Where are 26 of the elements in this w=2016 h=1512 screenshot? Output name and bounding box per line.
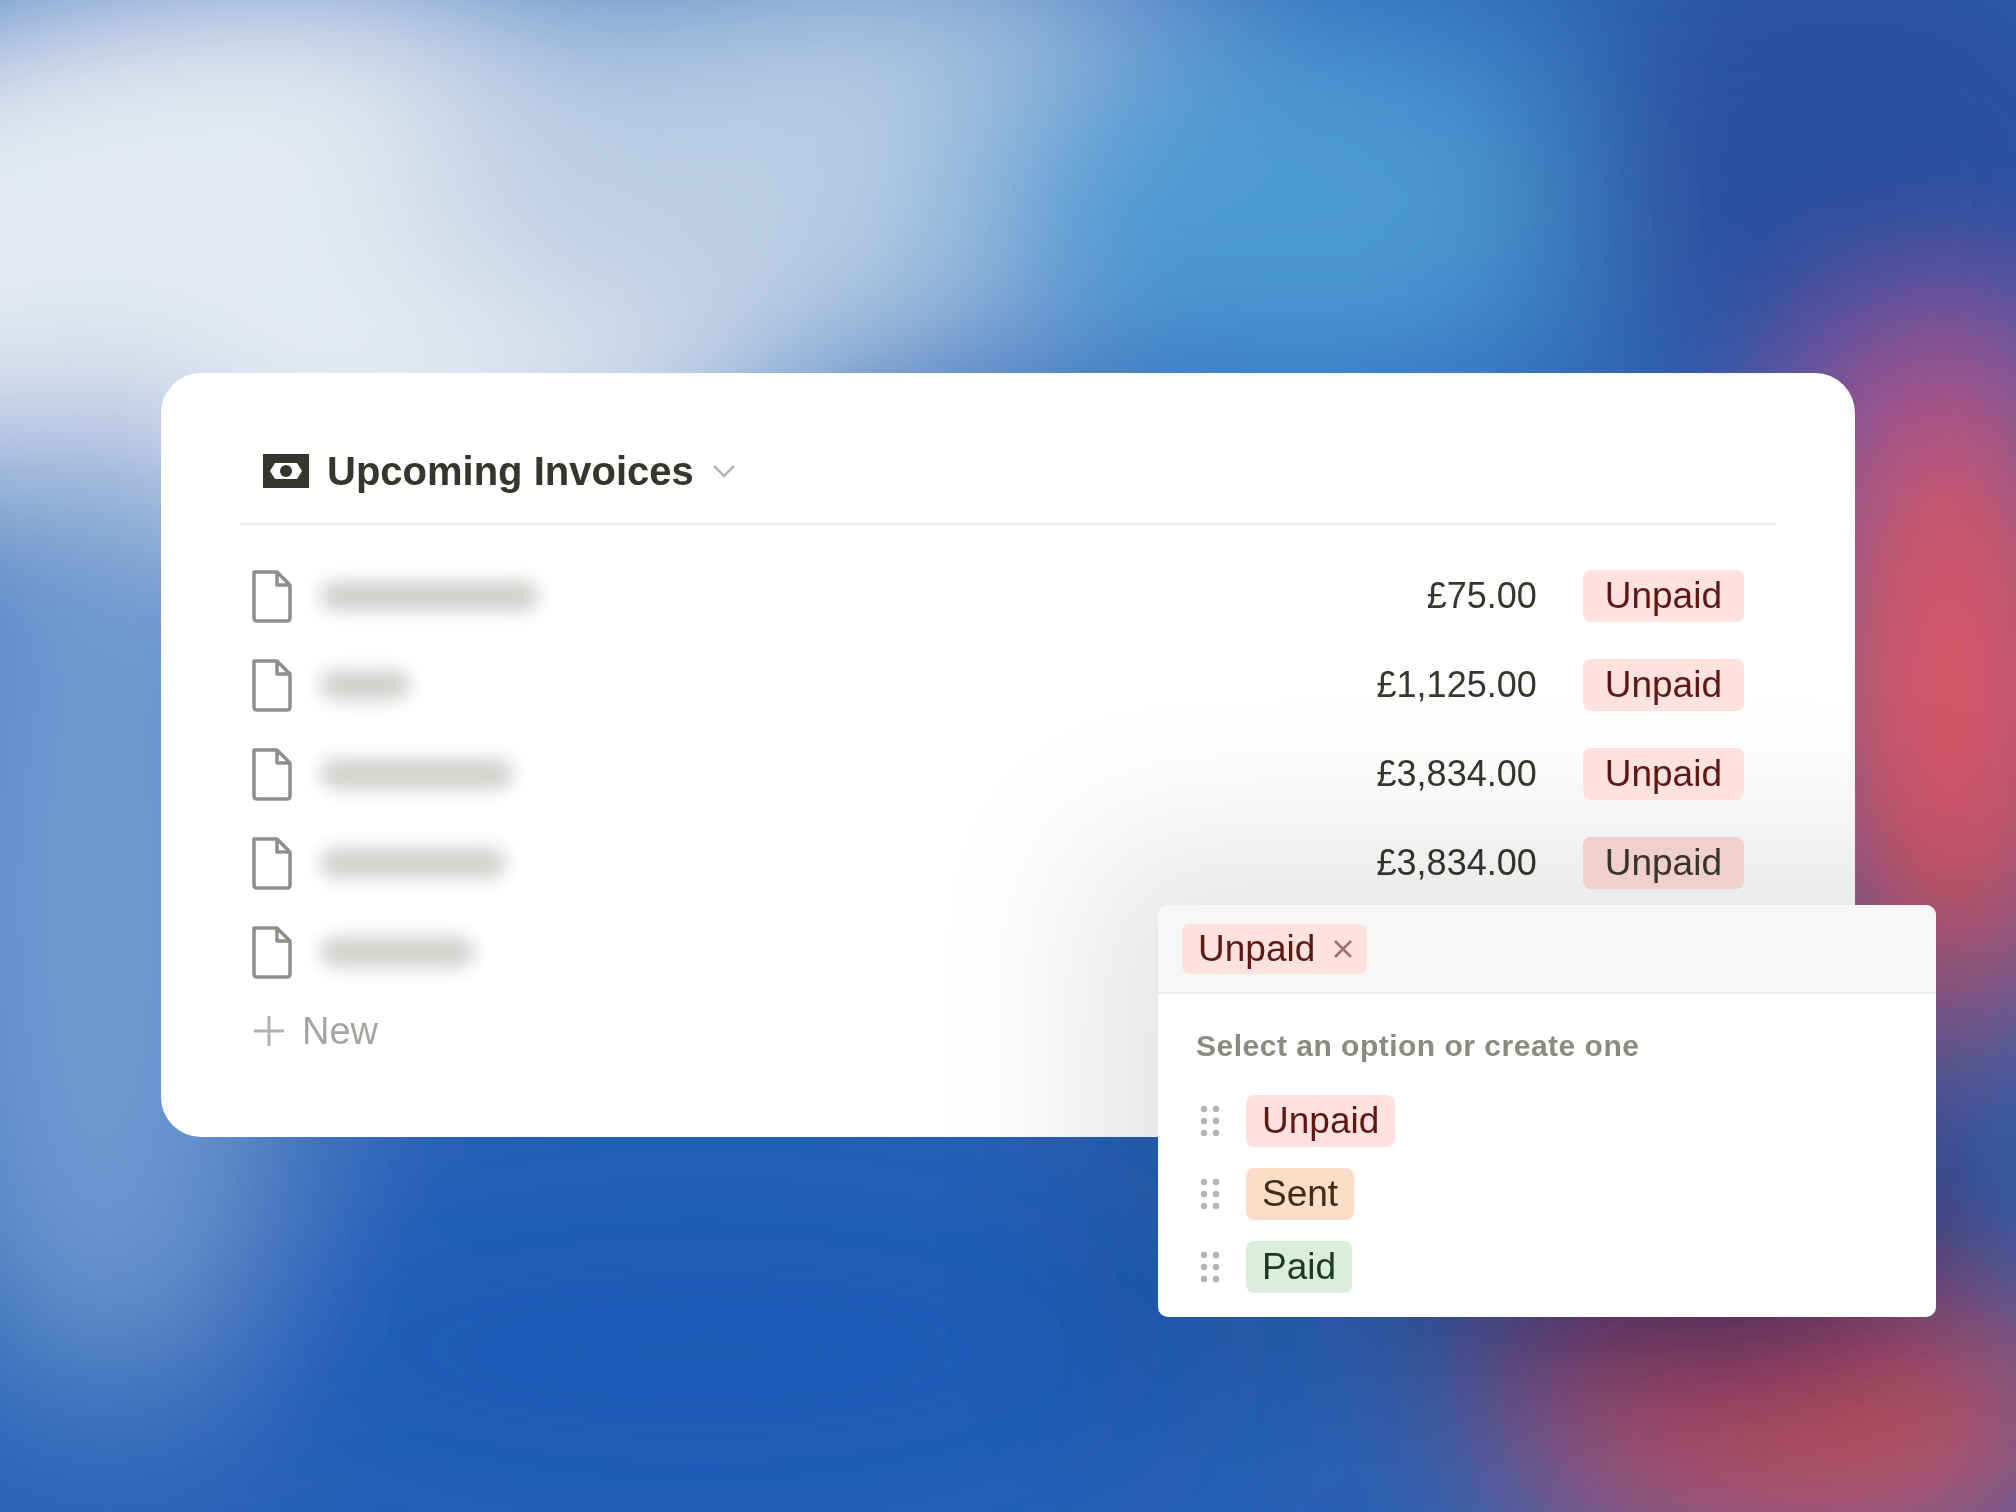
status-tag: Unpaid [1582, 747, 1744, 800]
drag-handle-icon[interactable] [1200, 1104, 1220, 1137]
amount-text: £75.00 [1426, 573, 1537, 618]
option-tag[interactable]: Sent [1246, 1167, 1355, 1220]
drag-handle-icon[interactable] [1200, 1250, 1220, 1283]
option-tag[interactable]: Unpaid [1246, 1094, 1396, 1147]
amount-text: £1,125.00 [1376, 662, 1537, 707]
selected-tag[interactable]: Unpaid [1182, 923, 1368, 974]
amount-text: £3,834.00 [1376, 840, 1537, 885]
hint-text: Select an option or create one [1196, 1028, 1641, 1064]
document-icon [250, 834, 294, 891]
amount-text: £3,834.00 [1376, 751, 1537, 796]
status-tag: Unpaid [1582, 658, 1744, 711]
chevron-down-icon[interactable] [711, 464, 736, 478]
status-tag: Unpaid [1582, 569, 1744, 622]
option-tag[interactable]: Paid [1246, 1240, 1353, 1293]
plus-icon [252, 1014, 286, 1048]
money-icon [263, 454, 309, 488]
document-icon [250, 745, 294, 802]
document-icon [250, 923, 294, 980]
document-icon [250, 656, 294, 713]
status-tag: Unpaid [1582, 836, 1744, 889]
database-title: Upcoming Invoices [327, 448, 694, 495]
document-icon [250, 567, 294, 624]
close-icon[interactable] [1333, 938, 1354, 959]
drag-handle-icon[interactable] [1200, 1177, 1220, 1210]
